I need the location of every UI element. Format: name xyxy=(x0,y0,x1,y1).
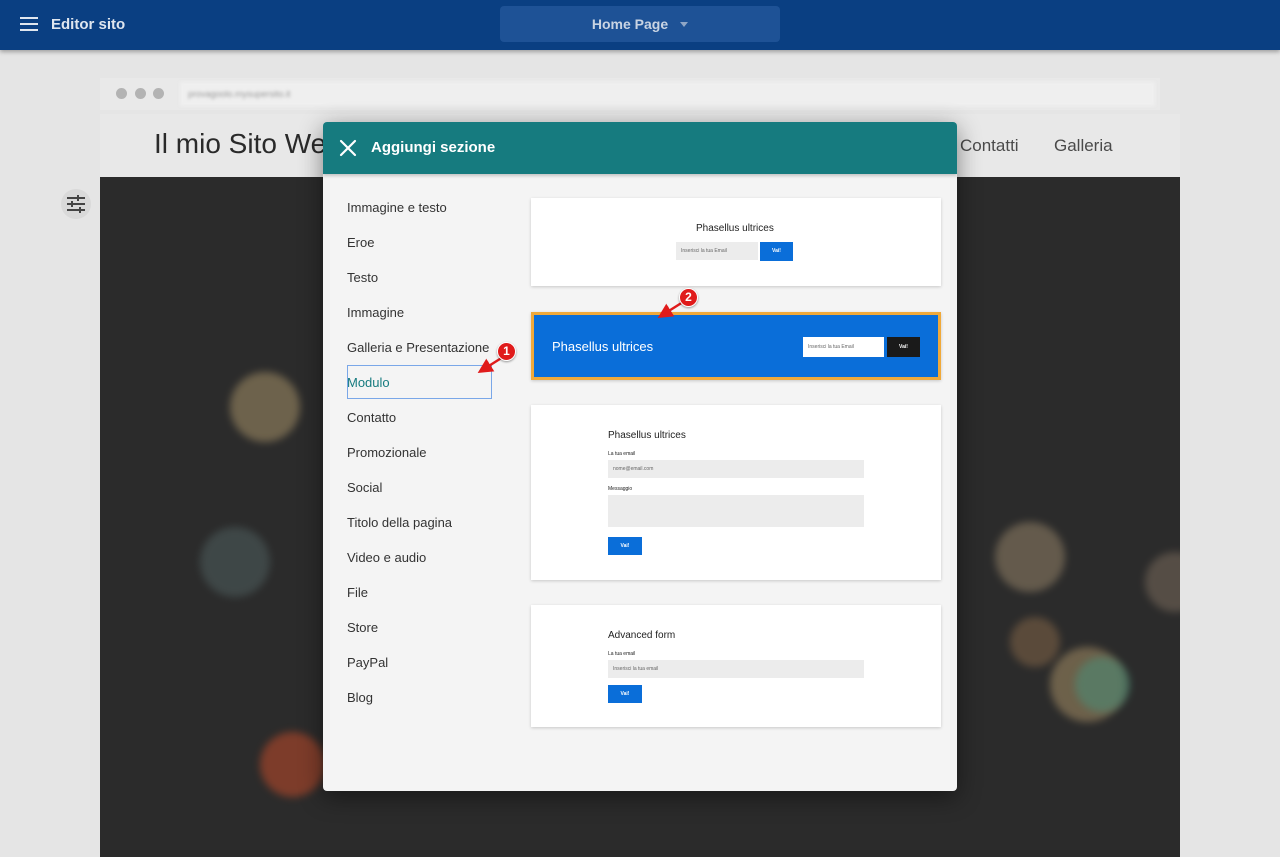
bokeh-light xyxy=(1145,552,1180,612)
dialog-title: Aggiungi sezione xyxy=(371,139,496,156)
bokeh-light xyxy=(995,522,1065,592)
chevron-down-icon xyxy=(680,21,689,27)
section-settings-button[interactable] xyxy=(61,189,91,219)
browser-chrome: provagoolo.mysupersito.it xyxy=(100,78,1160,110)
window-dot-icon xyxy=(135,88,146,99)
template-submit-button: Vai! xyxy=(608,537,642,555)
bokeh-light xyxy=(200,527,270,597)
template-submit-button: Vai! xyxy=(887,337,920,357)
url-bar: provagoolo.mysupersito.it xyxy=(180,82,1155,106)
category-item-paypal[interactable]: PayPal xyxy=(347,645,497,680)
page-selector-dropdown[interactable]: Home Page xyxy=(500,6,780,42)
category-item-store[interactable]: Store xyxy=(347,610,497,645)
template-card-contact-form[interactable]: Phasellus ultrices La tua email nome@ema… xyxy=(531,405,941,580)
template-email-input: Inserisci la tua Email xyxy=(676,242,758,260)
bokeh-light xyxy=(1010,617,1060,667)
annotation-marker-1: 1 xyxy=(497,342,516,361)
category-item-titolo-pagina[interactable]: Titolo della pagina xyxy=(347,505,497,540)
template-title: Advanced form xyxy=(608,630,676,641)
template-submit-button: Vai! xyxy=(608,685,642,703)
window-dot-icon xyxy=(153,88,164,99)
add-section-dialog: Aggiungi sezione Immagine e testo Eroe T… xyxy=(323,122,957,791)
category-item-contatto[interactable]: Contatto xyxy=(347,400,497,435)
category-list: Immagine e testo Eroe Testo Immagine Gal… xyxy=(347,190,497,715)
category-item-eroe[interactable]: Eroe xyxy=(347,225,497,260)
template-email-input: Inserisci la tua email xyxy=(608,660,864,678)
template-title: Phasellus ultrices xyxy=(552,339,654,354)
category-item-social[interactable]: Social xyxy=(347,470,497,505)
template-email-input: nome@email.com xyxy=(608,460,864,478)
nav-link-contatti[interactable]: Contatti xyxy=(960,136,1019,156)
category-item-immagine-e-testo[interactable]: Immagine e testo xyxy=(347,190,497,225)
category-item-promozionale[interactable]: Promozionale xyxy=(347,435,497,470)
window-dot-icon xyxy=(116,88,127,99)
template-email-label: La tua email xyxy=(608,651,636,657)
site-title: Il mio Sito Web xyxy=(154,128,342,159)
annotation-marker-2: 2 xyxy=(679,288,698,307)
bokeh-light xyxy=(260,732,325,797)
nav-link-galleria[interactable]: Galleria xyxy=(1054,136,1113,156)
category-item-blog[interactable]: Blog xyxy=(347,680,497,715)
close-icon[interactable] xyxy=(339,139,357,157)
category-item-galleria[interactable]: Galleria e Presentazione xyxy=(347,330,497,365)
template-message-textarea xyxy=(608,495,864,527)
template-card-newsletter-banner[interactable]: Phasellus ultrices Inserisci la tua Emai… xyxy=(531,312,941,380)
template-email-input: Inserisci la tua Email xyxy=(803,337,884,357)
page-selector-label: Home Page xyxy=(591,16,669,32)
category-item-testo[interactable]: Testo xyxy=(347,260,497,295)
app-title: Editor sito xyxy=(51,16,126,33)
template-title: Phasellus ultrices xyxy=(696,223,774,234)
top-bar: Editor sito Home Page xyxy=(0,0,1280,50)
category-item-video-audio[interactable]: Video e audio xyxy=(347,540,497,575)
hamburger-menu-icon[interactable] xyxy=(20,17,38,31)
category-item-file[interactable]: File xyxy=(347,575,497,610)
selection-box xyxy=(347,365,492,399)
dialog-header: Aggiungi sezione xyxy=(323,122,957,174)
bokeh-light xyxy=(1075,657,1130,712)
template-card-advanced-form[interactable]: Advanced form La tua email Inserisci la … xyxy=(531,605,941,727)
bokeh-light xyxy=(230,372,300,442)
category-item-immagine[interactable]: Immagine xyxy=(347,295,497,330)
template-submit-button: Vai! xyxy=(760,242,793,261)
template-card-newsletter-centered[interactable]: Phasellus ultrices Inserisci la tua Emai… xyxy=(531,198,941,286)
sliders-icon xyxy=(67,195,85,213)
template-title: Phasellus ultrices xyxy=(608,430,686,441)
template-email-label: La tua email xyxy=(608,451,636,457)
template-message-label: Messaggio xyxy=(608,486,633,492)
category-item-modulo[interactable]: Modulo xyxy=(347,365,497,400)
